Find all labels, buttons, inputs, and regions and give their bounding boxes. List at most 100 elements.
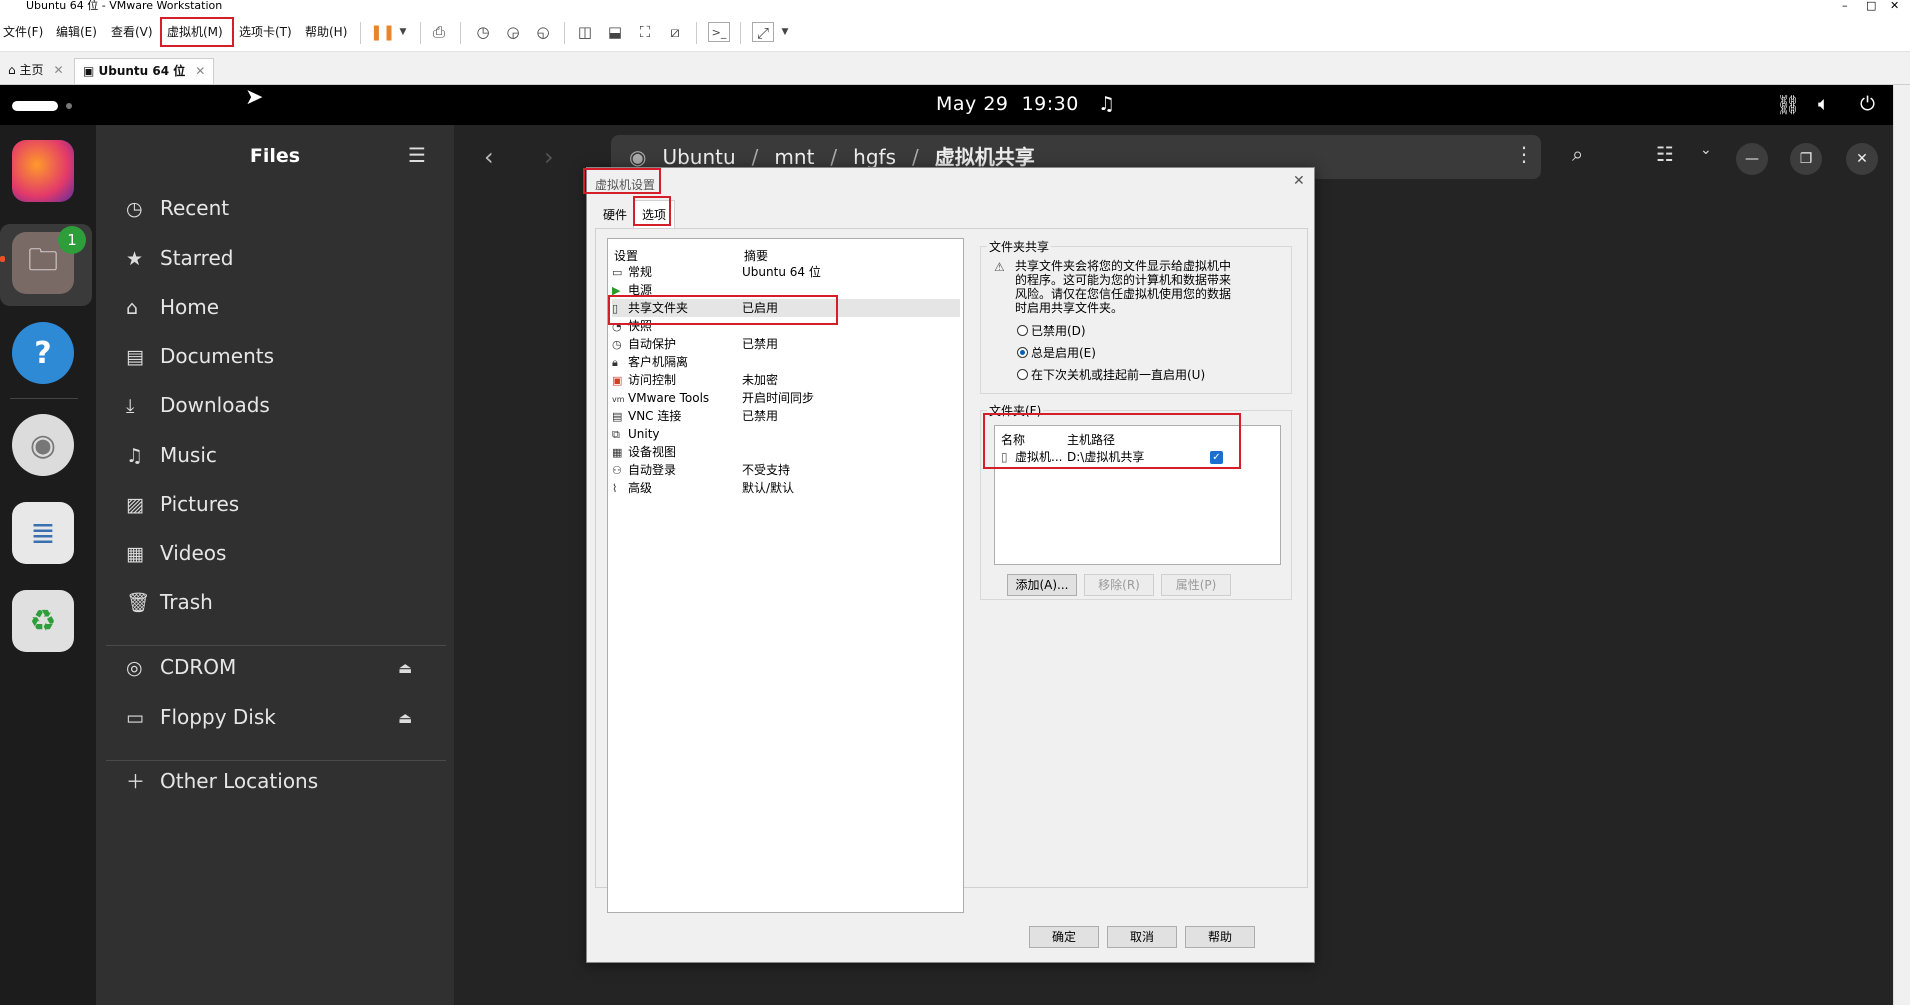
close-icon[interactable]: ✕ xyxy=(1293,173,1305,189)
tab-ubuntu[interactable]: ▣ Ubuntu 64 位 ✕ xyxy=(74,58,215,84)
list-item[interactable]: ⧉ Unity xyxy=(612,425,960,443)
menu-edit[interactable]: 编辑(E) xyxy=(53,22,100,42)
path-menu-icon[interactable]: ⋮ xyxy=(1514,142,1534,166)
snapshot-icon[interactable]: ◷ xyxy=(472,22,494,42)
pause-icon[interactable]: ❚❚ xyxy=(370,22,395,42)
list-item[interactable]: ▤ VNC 连接 已禁用 xyxy=(612,407,960,425)
sidebar-item-label: Trash xyxy=(160,590,213,614)
menu-icon[interactable]: ☰ xyxy=(408,143,426,167)
close-icon[interactable]: ✕ xyxy=(195,64,205,78)
menu-tabs[interactable]: 选项卡(T) xyxy=(236,22,295,42)
chevron-down-icon[interactable]: ⌄ xyxy=(1700,142,1712,158)
stretch-icon[interactable]: ⤢ xyxy=(752,22,774,42)
sidebar-item-cdrom[interactable]: ◎ CDROM xyxy=(126,652,236,682)
list-item[interactable]: ⌇ 高级 默认/默认 xyxy=(612,479,960,497)
radio-label: 已禁用(D) xyxy=(1031,324,1086,338)
chevron-down-icon[interactable]: ▼ xyxy=(774,22,796,42)
list-item[interactable]: ▦ 设备视图 xyxy=(612,443,960,461)
close-icon[interactable]: ✕ xyxy=(53,63,63,77)
ok-button[interactable]: 确定 xyxy=(1029,926,1099,948)
forward-icon[interactable]: › xyxy=(544,143,554,171)
workspace-dot[interactable] xyxy=(66,103,72,109)
advanced-icon: ⌇ xyxy=(612,482,618,495)
sidebar-item-other-locations[interactable]: ＋ Other Locations xyxy=(126,766,318,796)
thumbnail-icon[interactable]: ⬓ xyxy=(604,22,626,42)
chevron-down-icon[interactable]: ▼ xyxy=(392,22,414,42)
tab-home[interactable]: ⌂ 主页 ✕ xyxy=(0,58,72,84)
list-item[interactable]: ▣ 访问控制 未加密 xyxy=(612,371,960,389)
path-segment-current[interactable]: 虚拟机共享 xyxy=(935,145,1035,169)
help-button[interactable]: 帮助 xyxy=(1185,926,1255,948)
sidebar-item-home[interactable]: ⌂ Home xyxy=(126,292,219,322)
sidebar-item-label: CDROM xyxy=(160,655,237,679)
sidebar-item-trash[interactable]: 🗑︎ Trash xyxy=(126,587,213,617)
path-segment[interactable]: mnt xyxy=(774,145,814,169)
snapshot-manager-icon[interactable]: ◵ xyxy=(532,22,554,42)
restore-icon[interactable]: ❐ xyxy=(1790,143,1822,175)
cdrom-icon[interactable]: ◉ xyxy=(12,414,74,476)
sidebar-item-music[interactable]: ♫ Music xyxy=(126,440,217,470)
properties-button[interactable]: 属性(P) xyxy=(1161,574,1231,596)
radio-always-enabled[interactable]: 总是启用(E) xyxy=(1017,344,1096,362)
remove-folder-button[interactable]: 移除(R) xyxy=(1084,574,1154,596)
minimize-icon[interactable]: — xyxy=(1736,143,1768,175)
workspace-indicator[interactable] xyxy=(12,101,58,111)
setting-summary: 已禁用 xyxy=(742,409,779,423)
setting-summary: 不受支持 xyxy=(742,463,791,477)
search-icon[interactable]: ⌕ xyxy=(1572,142,1583,166)
sidebar-item-documents[interactable]: ▤ Documents xyxy=(126,341,274,371)
sidebar-item-videos[interactable]: ▦ Videos xyxy=(126,538,226,568)
floppy-disk-icon[interactable]: ≣ xyxy=(12,502,74,564)
sidebar-item-downloads[interactable]: ⤓ Downloads xyxy=(126,390,270,420)
fullscreen-icon[interactable]: ⛶ xyxy=(634,22,656,42)
warning-line: 风险。请仅在您信任虚拟机使用您的数据 xyxy=(1015,287,1232,301)
cancel-button[interactable]: 取消 xyxy=(1107,926,1177,948)
close-icon[interactable]: ✕ xyxy=(1846,143,1878,175)
list-item[interactable]: 🔒︎ 客户机隔离 xyxy=(612,353,960,371)
power-icon[interactable]: ⏻ xyxy=(1860,93,1875,115)
list-view-icon[interactable]: ☷ xyxy=(1656,142,1674,166)
setting-summary: Ubuntu 64 位 xyxy=(742,265,821,279)
sidebar-item-pictures[interactable]: ▨ Pictures xyxy=(126,489,239,519)
trash-icon[interactable]: ♻ xyxy=(12,590,74,652)
menu-help[interactable]: 帮助(H) xyxy=(302,22,350,42)
eject-icon[interactable]: ⏏ xyxy=(398,659,412,677)
help-icon[interactable]: ? xyxy=(12,322,74,384)
list-item[interactable]: vm VMware Tools 开启时间同步 xyxy=(612,389,960,407)
console-icon[interactable]: >_ xyxy=(708,22,730,42)
network-icon[interactable]: ⛓ xyxy=(1776,93,1800,116)
close-window-button[interactable]: ✕ xyxy=(1890,0,1899,12)
minimize-button[interactable]: – xyxy=(1842,0,1848,12)
bell-icon[interactable]: ♫ xyxy=(1098,93,1115,115)
ubuntu-topbar: May 29 19:30 ♫ ⛓ 🔈︎ ⏻ xyxy=(0,85,1893,125)
setting-name: VMware Tools xyxy=(628,391,710,405)
list-item[interactable]: ▭ 常规 Ubuntu 64 位 xyxy=(612,263,960,281)
list-item[interactable]: ◷ 自动保护 已禁用 xyxy=(612,335,960,353)
radio-disabled[interactable]: 已禁用(D) xyxy=(1017,322,1086,340)
sidebar-item-recent[interactable]: ◷ Recent xyxy=(126,193,229,223)
revert-snapshot-icon[interactable]: ◶ xyxy=(502,22,524,42)
volume-icon[interactable]: 🔈︎ xyxy=(1818,93,1829,115)
list-item[interactable]: ⚇ 自动登录 不受支持 xyxy=(612,461,960,479)
tab-hardware[interactable]: 硬件 xyxy=(595,204,635,226)
sidebar-item-starred[interactable]: ★ Starred xyxy=(126,243,233,273)
firefox-icon[interactable] xyxy=(12,140,74,202)
eject-icon[interactable]: ⏏ xyxy=(398,709,412,727)
vmware-tabbar: ⌂ 主页 ✕ ▣ Ubuntu 64 位 ✕ xyxy=(0,52,1910,85)
setting-name: 访问控制 xyxy=(628,373,677,387)
path-segment[interactable]: Ubuntu xyxy=(662,145,735,169)
clock[interactable]: May 29 19:30 xyxy=(936,93,1079,115)
send-keys-icon[interactable]: ⎙ xyxy=(428,22,450,42)
menu-file[interactable]: 文件(F) xyxy=(0,22,46,42)
unity-mode-icon[interactable]: ⧄ xyxy=(664,22,686,42)
back-icon[interactable]: ‹ xyxy=(484,143,494,171)
menu-view[interactable]: 查看(V) xyxy=(108,22,156,42)
settings-list[interactable]: 设置 摘要 ▭ 常规 Ubuntu 64 位 ▶ 电源 ▯ 共享文件夹 已启用 ◔ 快照 ◷… xyxy=(607,238,964,913)
path-segment[interactable]: hgfs xyxy=(853,145,896,169)
sidebar-item-floppy[interactable]: ▭ Floppy Disk xyxy=(126,702,276,732)
sidebar-toggle-icon[interactable]: ◫ xyxy=(574,22,596,42)
setting-summary: 默认/默认 xyxy=(742,481,795,495)
radio-until-poweroff[interactable]: 在下次关机或挂起前一直启用(U) xyxy=(1017,366,1205,384)
add-folder-button[interactable]: 添加(A)... xyxy=(1007,574,1077,596)
maximize-button[interactable]: □ xyxy=(1866,0,1876,12)
